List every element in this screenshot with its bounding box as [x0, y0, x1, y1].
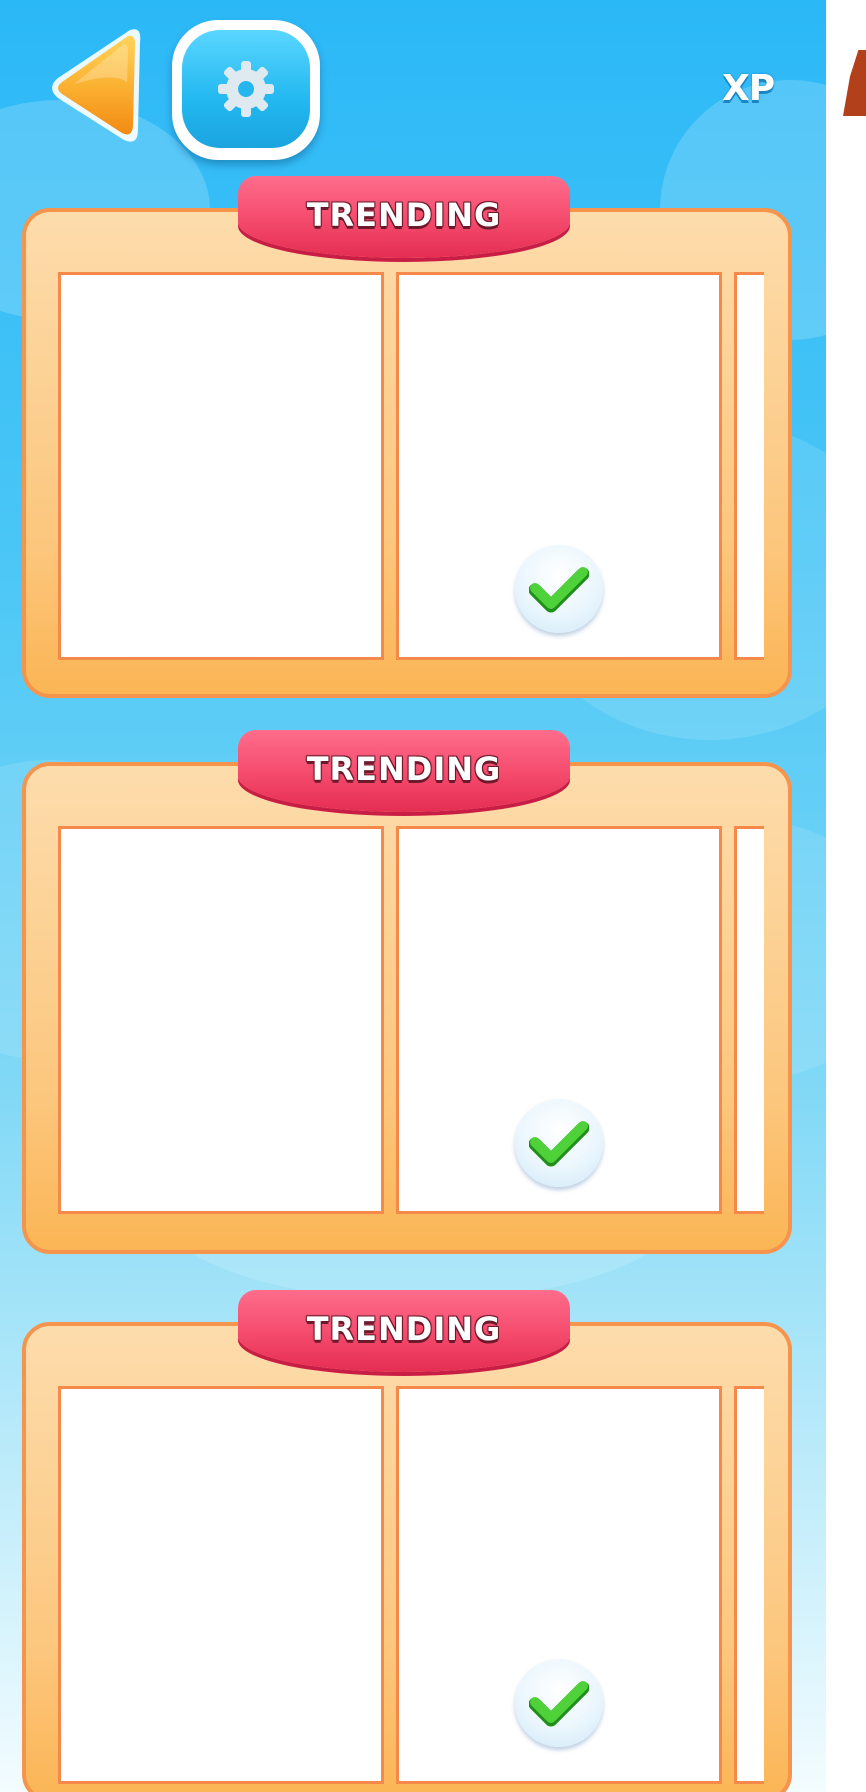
back-button[interactable]	[44, 22, 144, 150]
settings-button[interactable]	[172, 20, 320, 160]
item-slot[interactable]	[396, 272, 722, 660]
settings-button-face	[182, 30, 310, 148]
xp-label: XP	[722, 68, 775, 109]
trending-card: TRENDING	[22, 730, 792, 1254]
banner-label: TRENDING	[306, 750, 502, 788]
trending-card: TRENDING	[22, 176, 792, 698]
item-slot-partial[interactable]	[734, 272, 764, 660]
hud-fragment	[843, 50, 866, 116]
banner-label: TRENDING	[306, 196, 502, 234]
item-slot[interactable]	[396, 1386, 722, 1784]
check-badge	[515, 1099, 603, 1187]
item-slot-partial[interactable]	[734, 1386, 764, 1784]
item-slot-partial[interactable]	[734, 826, 764, 1214]
trending-banner: TRENDING	[238, 1290, 570, 1372]
checkmark-icon	[529, 1681, 589, 1727]
item-slot[interactable]	[58, 1386, 384, 1784]
trending-card: TRENDING	[22, 1290, 792, 1792]
check-badge	[515, 1659, 603, 1747]
item-slot[interactable]	[396, 826, 722, 1214]
trending-banner: TRENDING	[238, 730, 570, 812]
checkmark-icon	[529, 1121, 589, 1167]
gear-icon	[218, 61, 274, 117]
check-badge	[515, 545, 603, 633]
banner-label: TRENDING	[306, 1310, 502, 1348]
item-slot[interactable]	[58, 272, 384, 660]
checkmark-icon	[529, 567, 589, 613]
item-slot[interactable]	[58, 826, 384, 1214]
game-viewport: XP TRENDING TRENDING TRENDING	[0, 0, 826, 1792]
trending-banner: TRENDING	[238, 176, 570, 258]
back-arrow-icon	[52, 29, 141, 142]
